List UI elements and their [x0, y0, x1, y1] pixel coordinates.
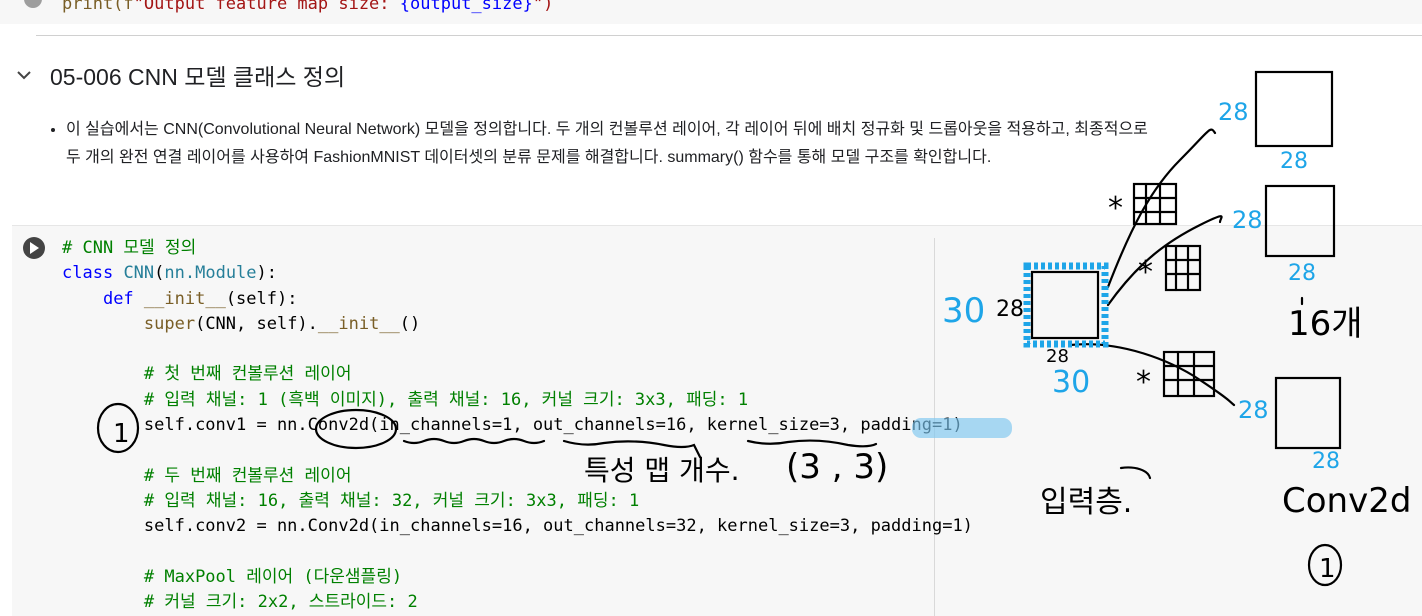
code-line: super(CNN, self).__init__(): [143, 313, 421, 334]
code-line: # 입력 채널: 1 (흑백 이미지), 출력 채널: 16, 커널 크기: 3…: [143, 389, 749, 410]
annotation-28-map1-bottom: 28: [1280, 149, 1308, 174]
cell-divider: [36, 35, 1422, 36]
code-line: # CNN 모델 정의: [62, 238, 197, 258]
string-literal: "Output feature map size:: [133, 0, 400, 14]
chevron-down-icon[interactable]: [14, 65, 34, 85]
fstring-var: {output_size}: [399, 0, 533, 14]
previous-code-cell[interactable]: print(f"Output feature map size: {output…: [0, 0, 1422, 24]
code-line: # MaxPool 레이어 (다운샘플링): [143, 566, 403, 587]
code-line: self.conv2 = nn.Conv2d(in_channels=16, o…: [143, 516, 973, 537]
run-cell-icon-previous[interactable]: [24, 0, 42, 8]
description-cell[interactable]: 이 실습에서는 CNN(Convolutional Neural Network…: [48, 116, 1148, 172]
code-line: # 커널 크기: 2x2, 스트라이드: 2: [143, 592, 418, 613]
previous-code-line: print(f"Output feature map size: {output…: [62, 0, 553, 14]
feature-map-1: [1254, 70, 1334, 148]
code-line: # 입력 채널: 16, 출력 채널: 32, 커널 크기: 3x3, 패딩: …: [143, 490, 640, 511]
code-line: # 첫 번째 컨볼루션 레이어: [143, 364, 352, 385]
code-editor[interactable]: # CNN 모델 정의 class CNN(nn.Module): def __…: [62, 236, 973, 615]
code-line: class CNN(nn.Module):: [62, 263, 278, 284]
code-cell[interactable]: # CNN 모델 정의 class CNN(nn.Module): def __…: [12, 225, 1422, 616]
kernel-grid-1: [1132, 182, 1178, 226]
annotation-28-map1-side: 28: [1218, 98, 1249, 126]
description-text: 이 실습에서는 CNN(Convolutional Neural Network…: [66, 116, 1148, 172]
section-title: 05-006 CNN 모델 클래스 정의: [50, 64, 346, 90]
print-call: print(f: [62, 0, 134, 14]
run-cell-button[interactable]: [23, 237, 45, 259]
play-icon: [30, 242, 39, 254]
code-line: self.conv1 = nn.Conv2d(in_channels=1, ou…: [143, 415, 963, 436]
code-line: def __init__(self):: [102, 288, 298, 309]
code-line: # 두 번째 컨볼루션 레이어: [143, 465, 352, 486]
section-header[interactable]: 05-006 CNN 모델 클래스 정의: [14, 58, 345, 92]
annotation-star-1: *: [1108, 191, 1123, 226]
string-end: "): [532, 0, 554, 14]
